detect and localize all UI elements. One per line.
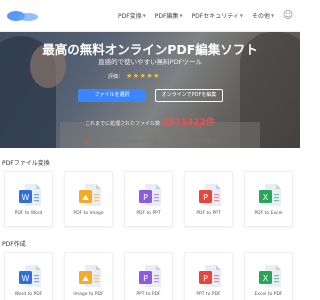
counter-value: 6571422件: [162, 118, 215, 128]
edit-online-button[interactable]: オンラインでPDFを編集: [155, 89, 223, 102]
flame-icon: ♨: [82, 137, 89, 145]
svg-text:P: P: [203, 193, 208, 202]
tool-card-label: PPT to PDF: [136, 292, 161, 297]
tool-card[interactable]: P PPT to PDF: [184, 252, 233, 300]
svg-text:P: P: [143, 193, 148, 202]
top-navigation: PDF変換 ▼ PDF編集 ▼ PDFセキュリティ ▼ その他 ▼ ☺: [0, 0, 300, 32]
image-icon: ⛰: [79, 265, 101, 287]
tool-card[interactable]: P PDF to PPT: [124, 171, 173, 227]
svg-text:W: W: [22, 193, 30, 202]
rating-row: 評価： ★★★★★: [108, 72, 160, 80]
user-icon[interactable]: ☺: [280, 9, 296, 23]
tool-card[interactable]: P PDF to PPT: [184, 171, 233, 227]
nav-link-other[interactable]: その他 ▼: [252, 11, 274, 20]
nav-link-pdf-convert[interactable]: PDF変換 ▼: [118, 11, 146, 20]
chevron-down-icon: ▼: [179, 13, 183, 18]
convert-tools-row: W PDF to Word ⛰ PDF to Image P PDF to PPT P PDF…: [4, 171, 293, 227]
svg-text:X: X: [263, 193, 269, 202]
tool-card-label: Word to PDF: [14, 292, 43, 297]
svg-text:P: P: [203, 274, 208, 283]
tool-card[interactable]: X Excel to PDF: [244, 252, 293, 300]
tool-card-label: Image to PDF: [73, 292, 104, 297]
hero-banner: 最高の無料オンラインPDF編集ソフト 直感的で使いやすい無料PDFツール 評価：…: [0, 32, 300, 148]
chevron-down-icon: ▼: [142, 13, 146, 18]
tool-card[interactable]: ⛰ Image to PDF: [64, 252, 113, 300]
ppt-red-icon: P: [199, 184, 221, 206]
notice-text: 人気機能：PDFをWordに変換、PDFを圧縮、PDFを結合: [90, 139, 218, 145]
svg-text:W: W: [22, 274, 30, 283]
tool-card[interactable]: W PDF to Word: [4, 171, 53, 227]
tool-card-label: PDF to PPT: [136, 211, 161, 216]
select-file-button[interactable]: ファイルを選択: [78, 89, 146, 102]
tool-card[interactable]: P PPT to PDF: [124, 252, 173, 300]
files-processed-counter: これまでに処理されたファイル数 6571422件: [0, 110, 300, 129]
rating-label: 評価：: [108, 73, 124, 80]
tool-card-label: Excel to PDF: [254, 292, 283, 297]
svg-text:X: X: [263, 274, 269, 283]
nav-link-pdf-security[interactable]: PDFセキュリティ ▼: [192, 11, 243, 20]
section-title-create: PDF作成: [2, 241, 26, 248]
svg-text:⛰: ⛰: [82, 274, 89, 283]
nav-link-pdf-edit[interactable]: PDF編集 ▼: [155, 11, 183, 20]
excel-icon: X: [259, 265, 281, 287]
word-icon: W: [19, 265, 41, 287]
word-icon: W: [19, 184, 41, 206]
tool-card[interactable]: ⛰ PDF to Image: [64, 171, 113, 227]
ppt-icon: P: [139, 265, 161, 287]
tool-card-label: PDF to PPT: [196, 211, 221, 216]
logo-icon[interactable]: [6, 9, 46, 23]
create-tools-row: W Word to PDF ⛰ Image to PDF P PPT to PDF P PPT…: [4, 252, 293, 300]
tool-card-label: PDF to Word: [14, 211, 43, 216]
hero-subtitle: 直感的で使いやすい無料PDFツール: [98, 58, 202, 66]
chevron-down-icon: ▼: [239, 13, 243, 18]
tool-card[interactable]: W Word to PDF: [4, 252, 53, 300]
svg-text:P: P: [143, 274, 148, 283]
counter-label: これまでに処理されたファイル数: [85, 121, 161, 127]
nav-links: PDF変換 ▼ PDF編集 ▼ PDFセキュリティ ▼ その他 ▼: [118, 11, 274, 20]
tool-card-label: PDF to Excel: [254, 211, 283, 216]
section-title-convert: PDFファイル変換: [2, 160, 50, 167]
svg-text:⛰: ⛰: [82, 193, 89, 202]
tool-card-label: PDF to Image: [73, 211, 104, 216]
tool-card[interactable]: X PDF to Excel: [244, 171, 293, 227]
chevron-down-icon: ▼: [271, 13, 275, 18]
ppt-icon: P: [139, 184, 161, 206]
popular-features-notice: ♨ 人気機能：PDFをWordに変換、PDFを圧縮、PDFを結合: [0, 137, 300, 145]
star-rating-icon: ★★★★★: [126, 72, 160, 80]
tool-card-label: PPT to PDF: [196, 292, 221, 297]
image-icon: ⛰: [79, 184, 101, 206]
excel-icon: X: [259, 184, 281, 206]
ppt-red-icon: P: [199, 265, 221, 287]
